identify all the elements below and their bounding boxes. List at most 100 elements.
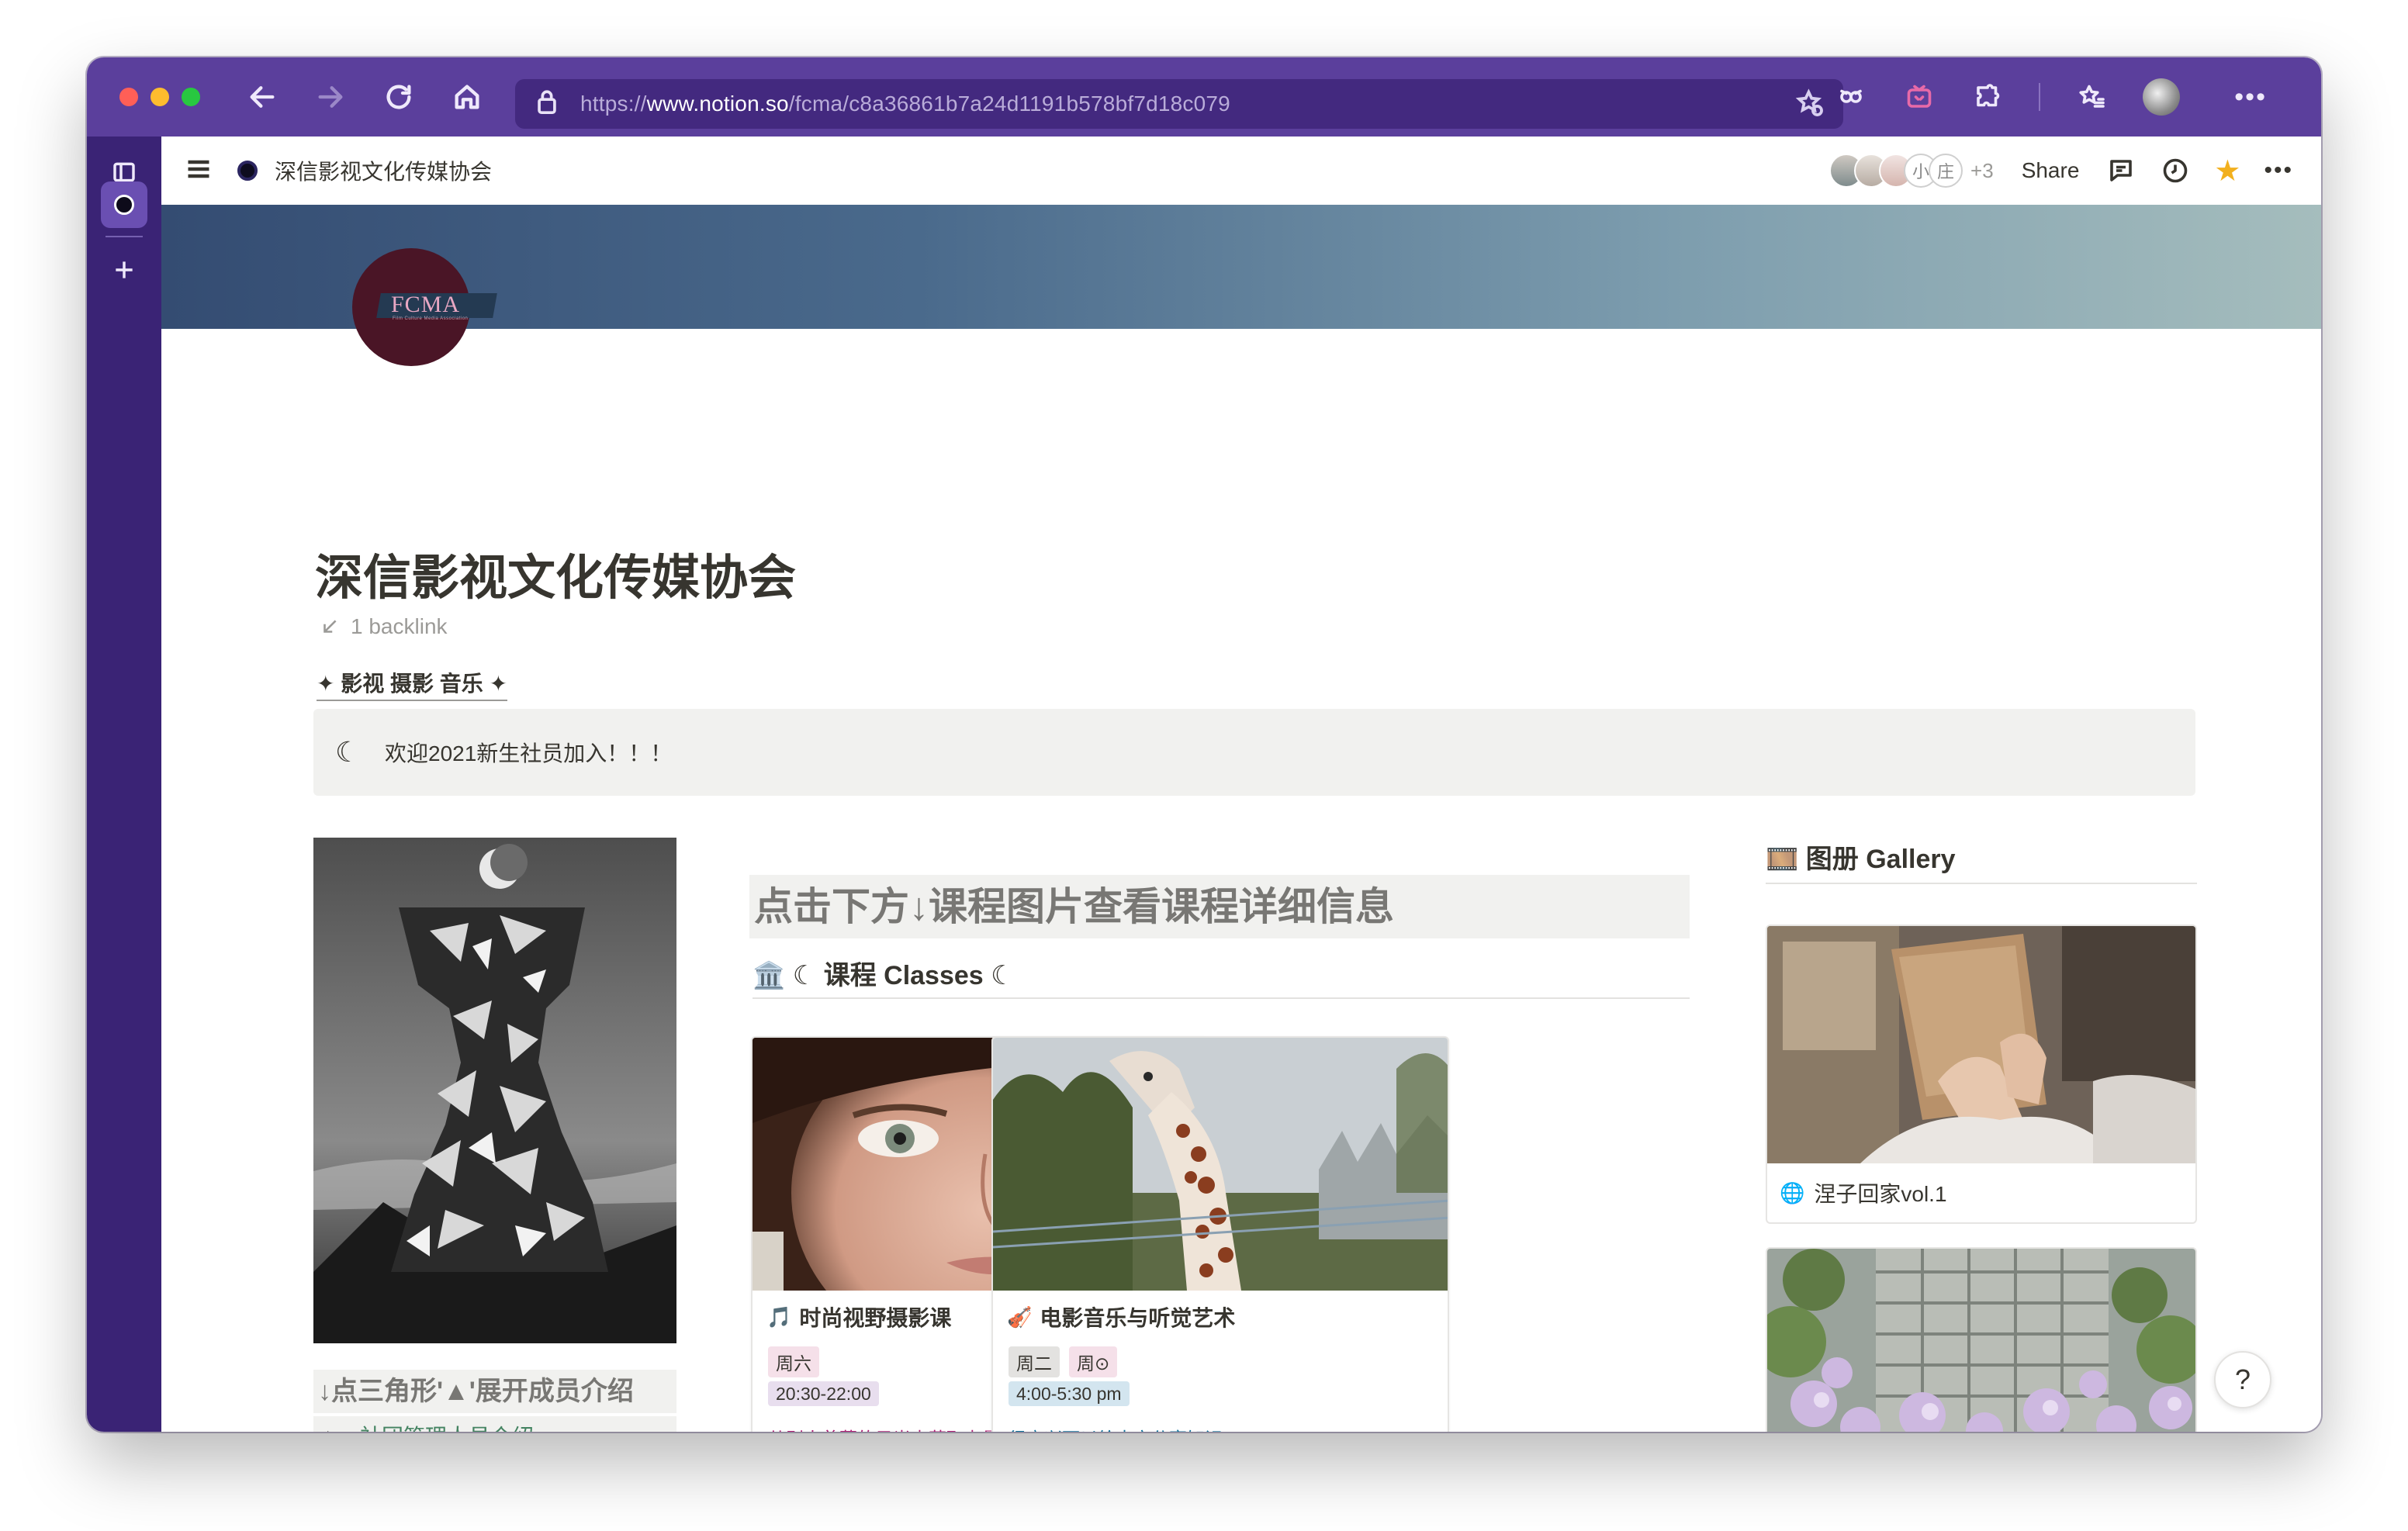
course-card-film-music[interactable]: 🎻 电影音乐与听觉艺术 周二 周⊙ 4:00-5:30 pm 很高兴可以给大家分… xyxy=(991,1036,1449,1432)
gallery-card-title-text: 涅子回家vol.1 xyxy=(1814,1182,1947,1206)
extension-owl-icon[interactable] xyxy=(1834,80,1868,114)
url-text[interactable]: https://www.notion.so/fcma/c8a36861b7a24… xyxy=(580,92,1230,116)
forward-button[interactable] xyxy=(310,77,351,117)
favorite-star-icon[interactable]: ★ xyxy=(2214,154,2240,188)
collaborator-avatars[interactable]: 小 庄 xyxy=(1829,154,1963,188)
backlinks-label: 1 backlink xyxy=(351,614,448,638)
classes-heading: 🏛️ ☾ 课程 Classes ☾ xyxy=(752,954,1690,999)
gallery-card-title[interactable]: 🌐 涅子回家vol.1 xyxy=(1767,1163,2195,1222)
lock-icon[interactable] xyxy=(535,88,566,119)
minimize-window-button[interactable] xyxy=(150,88,169,106)
notion-page-favicon xyxy=(114,195,134,215)
address-bar[interactable]: https://www.notion.so/fcma/c8a36861b7a24… xyxy=(515,79,1843,129)
paper-bag-photo xyxy=(1767,926,2195,1163)
toggle-triangle-icon[interactable]: ▶ xyxy=(327,1426,351,1433)
page-title[interactable]: 深信影视文化传媒协会 xyxy=(315,538,796,608)
browser-window: https://www.notion.so/fcma/c8a36861b7a24… xyxy=(87,57,2321,1432)
course-days: 周六 xyxy=(768,1346,819,1377)
tab-notion-page[interactable] xyxy=(101,181,147,228)
breadcrumb-page-title[interactable]: 深信影视文化传媒协会 xyxy=(275,155,492,186)
updates-button[interactable] xyxy=(2160,155,2191,186)
time-tag: 4:00-5:30 pm xyxy=(1009,1381,1130,1406)
page-icon-logo[interactable]: FCMA Film Culture Media Association xyxy=(352,248,497,366)
favorites-icon[interactable] xyxy=(2074,80,2109,114)
course-title[interactable]: 🎻 电影音乐与听觉艺术 xyxy=(1007,1301,1235,1332)
plus-icon xyxy=(116,261,133,278)
building-flowers-photo xyxy=(1767,1249,2195,1432)
courses-instruction-heading: 点击下方↓课程图片查看课程详细信息 xyxy=(749,875,1690,938)
new-tab-button[interactable] xyxy=(101,247,147,293)
course-title[interactable]: 🎵 时尚视野摄影课 xyxy=(766,1301,951,1332)
globe-icon: 🌐 xyxy=(1780,1180,1805,1204)
admin-members-toggle[interactable]: ▶ 社团管理人员介绍 xyxy=(313,1416,676,1432)
home-button[interactable] xyxy=(447,77,487,117)
crescent-moon-icon: ☾ xyxy=(335,736,361,768)
poster-image xyxy=(313,838,676,1343)
tagline-link[interactable]: ✦ 影视 摄影 音乐 ✦ xyxy=(317,667,508,701)
extensions-puzzle-icon[interactable] xyxy=(1970,80,2005,114)
comment-icon xyxy=(2110,160,2133,181)
vertical-tab-strip xyxy=(87,137,161,1432)
browser-toolbar: https://www.notion.so/fcma/c8a36861b7a24… xyxy=(87,57,2321,137)
page-content: FCMA Film Culture Media Association 深信影视… xyxy=(161,205,2321,1432)
notion-topbar-actions: 小 庄 +3 Share ★ ••• xyxy=(1829,137,2321,205)
add-favorite-button[interactable] xyxy=(1795,88,1826,119)
logo-text: FCMA xyxy=(391,292,461,317)
home-icon xyxy=(455,85,479,109)
extension-tv-icon[interactable] xyxy=(1902,80,1936,114)
backlink-arrow-icon xyxy=(323,620,337,633)
reload-button[interactable] xyxy=(379,77,419,117)
url-host: www.notion.so xyxy=(646,92,789,116)
share-button[interactable]: Share xyxy=(2022,158,2080,183)
course-cover-giraffe xyxy=(993,1038,1448,1291)
close-window-button[interactable] xyxy=(119,88,138,106)
star-plus-icon xyxy=(1795,88,1823,116)
hamburger-menu-icon xyxy=(188,160,209,178)
url-scheme: https:// xyxy=(580,92,647,116)
page-options-button[interactable]: ••• xyxy=(2264,157,2293,184)
violin-icon: 🎻 xyxy=(1007,1305,1033,1329)
gallery-heading: 🎞️ 图册 Gallery xyxy=(1766,838,2197,884)
gallery-cover-building xyxy=(1767,1249,2195,1432)
arrow-left-icon xyxy=(250,86,275,108)
breadcrumb-page-icon xyxy=(237,161,258,181)
music-note-icon: 🎵 xyxy=(766,1305,792,1329)
clock-icon xyxy=(2164,158,2188,183)
window-controls xyxy=(119,88,200,106)
time-tag: 20:30-22:00 xyxy=(768,1381,879,1406)
callout-text: 欢迎2021新生社员加入！！！ xyxy=(385,741,673,766)
day-tag: 周二 xyxy=(1009,1346,1060,1377)
sidebar-toggle-button[interactable] xyxy=(185,155,216,186)
maximize-window-button[interactable] xyxy=(182,88,200,106)
help-button[interactable]: ? xyxy=(2214,1351,2271,1408)
giraffe-sculpture-photo xyxy=(993,1038,1448,1291)
refresh-icon xyxy=(386,85,411,109)
toolbar-divider xyxy=(2039,83,2041,111)
course-days: 周二 周⊙ xyxy=(1009,1346,1118,1377)
dress-sculpture-photo xyxy=(313,838,676,1343)
welcome-callout: ☾ 欢迎2021新生社员加入！！！ xyxy=(313,709,2195,796)
back-button[interactable] xyxy=(242,77,282,117)
day-tag: 周六 xyxy=(768,1346,819,1377)
browser-menu-button[interactable]: ••• xyxy=(2234,82,2267,112)
comments-button[interactable] xyxy=(2105,155,2136,186)
gallery-cover-paper-bag xyxy=(1767,926,2195,1163)
logo-subtext: Film Culture Media Association xyxy=(393,316,469,321)
course-time: 20:30-22:00 xyxy=(768,1381,879,1406)
extra-collaborators-count[interactable]: +3 xyxy=(1970,159,1994,183)
gallery-card[interactable] xyxy=(1766,1247,2197,1432)
url-path: /fcma/c8a36861b7a24d1191b578bf7d18c079 xyxy=(788,92,1230,116)
notion-topbar: 深信影视文化传媒协会 小 庄 +3 Share ★ ••• xyxy=(161,137,2321,205)
course-title-text: 时尚视野摄影课 xyxy=(799,1306,952,1330)
gallery-card[interactable]: 🌐 涅子回家vol.1 xyxy=(1766,924,2197,1224)
members-heading: ↓点三角形'▲'展开成员介绍 xyxy=(313,1370,676,1413)
avatar[interactable]: 庄 xyxy=(1929,154,1963,188)
day-tag: 周⊙ xyxy=(1069,1346,1118,1377)
course-time: 4:00-5:30 pm xyxy=(1009,1381,1130,1406)
toolbar-actions: ••• xyxy=(1834,57,2321,137)
course-description: 从别人羡慕的目光中获取力量 xyxy=(768,1424,1000,1432)
backlinks-link[interactable]: 1 backlink xyxy=(320,614,448,639)
profile-avatar[interactable] xyxy=(2143,78,2181,116)
toggle-label[interactable]: 社团管理人员介绍 xyxy=(360,1420,534,1432)
arrow-right-icon xyxy=(318,86,343,108)
